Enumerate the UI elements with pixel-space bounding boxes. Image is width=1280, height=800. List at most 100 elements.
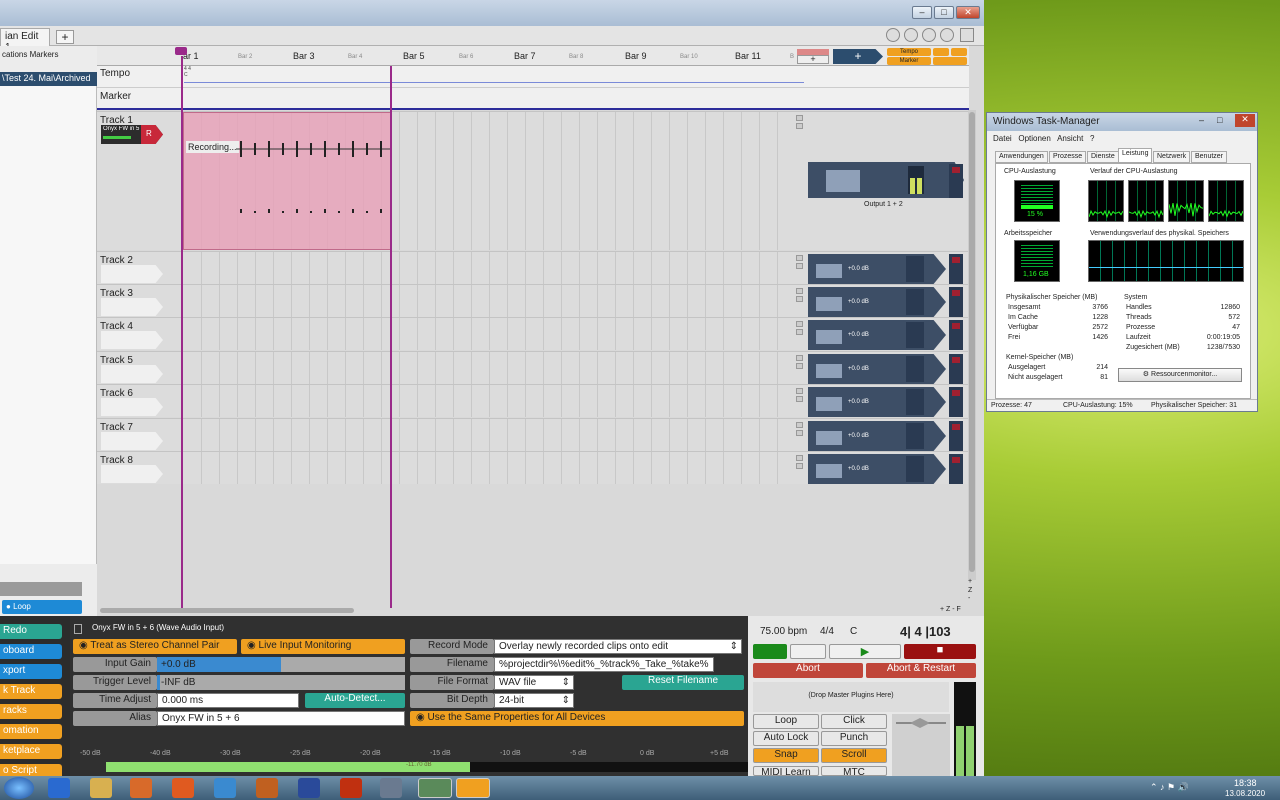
track-4[interactable]: Track 4 +0.0 dB bbox=[97, 317, 969, 350]
record-mode-select[interactable]: Overlay newly recorded clips onto edit ⇕ bbox=[494, 639, 742, 654]
scroll-button[interactable]: Scroll bbox=[821, 748, 887, 763]
mute-icon[interactable] bbox=[952, 457, 960, 463]
bpm-display[interactable]: 75.00 bpm bbox=[760, 626, 807, 637]
gauge-icon[interactable] bbox=[922, 28, 936, 42]
track-mute-block[interactable] bbox=[949, 287, 963, 317]
tab-benutzer[interactable]: Benutzer bbox=[1191, 151, 1228, 163]
track-lane[interactable] bbox=[184, 352, 794, 384]
track-mute-block[interactable] bbox=[949, 254, 963, 284]
record-toggle-icon[interactable] bbox=[790, 644, 826, 659]
metronome-icon[interactable] bbox=[753, 644, 787, 659]
vertical-scrollbar[interactable] bbox=[968, 110, 976, 580]
abort-restart-button[interactable]: Abort & Restart bbox=[866, 663, 976, 678]
track-lane[interactable] bbox=[184, 318, 794, 350]
volume-fader-icon[interactable] bbox=[816, 431, 842, 445]
record-arm-button[interactable]: R bbox=[141, 125, 163, 144]
left-action-button[interactable]: omation bbox=[0, 724, 62, 739]
track-down-icon[interactable] bbox=[796, 463, 803, 469]
left-action-button[interactable]: xport bbox=[0, 664, 62, 679]
track-name[interactable]: Track 8 bbox=[100, 455, 133, 466]
start-button[interactable] bbox=[4, 777, 34, 799]
alias-field[interactable]: Onyx FW in 5 + 6 bbox=[157, 711, 405, 726]
zoom-z[interactable]: Z bbox=[968, 587, 972, 594]
clock-date[interactable]: 13.08.2020 bbox=[1225, 789, 1265, 798]
track-up-icon[interactable] bbox=[796, 321, 803, 327]
timesig-display[interactable]: 4/4 bbox=[820, 626, 834, 637]
left-panel-tabs[interactable]: cations Markers bbox=[2, 50, 58, 59]
zoom-plus[interactable]: + bbox=[968, 578, 976, 586]
auto-lock-button[interactable]: Auto Lock bbox=[753, 731, 819, 746]
tempo-toggle-2[interactable] bbox=[951, 48, 967, 56]
add-tab-button[interactable]: + bbox=[56, 30, 74, 44]
mute-icon[interactable] bbox=[952, 424, 960, 430]
add-track-button[interactable]: + bbox=[833, 49, 883, 64]
track-mute-block[interactable] bbox=[949, 354, 963, 384]
abort-button[interactable]: Abort bbox=[753, 663, 863, 678]
playhead-marker-icon[interactable] bbox=[175, 47, 187, 55]
key-display[interactable]: C bbox=[850, 626, 857, 637]
tm-minimize-button[interactable]: – bbox=[1199, 115, 1204, 125]
track-down-icon[interactable] bbox=[796, 263, 803, 269]
master-volume-area[interactable] bbox=[892, 714, 950, 776]
mtc-button[interactable]: MTC bbox=[821, 766, 887, 776]
left-action-button[interactable]: racks bbox=[0, 704, 62, 719]
mute-icon[interactable] bbox=[952, 357, 960, 363]
project-path[interactable]: \Test 24. Mai\Archived bbox=[0, 72, 97, 86]
tab-leistung[interactable]: Leistung bbox=[1118, 148, 1153, 163]
track-mute-block[interactable] bbox=[949, 320, 963, 350]
explorer-icon[interactable] bbox=[90, 778, 112, 798]
zoom-controls[interactable]: + Z - F bbox=[940, 606, 961, 613]
tab-anwendungen[interactable]: Anwendungen bbox=[995, 151, 1048, 163]
midi-learn-button[interactable]: MIDI Learn bbox=[753, 766, 819, 776]
track-lane[interactable] bbox=[184, 252, 794, 284]
same-properties-toggle[interactable]: ◉ Use the Same Properties for All Device… bbox=[410, 711, 744, 726]
add-track-small-button[interactable]: + bbox=[797, 55, 829, 64]
app-icon[interactable] bbox=[214, 778, 236, 798]
input-gain-slider[interactable]: +0.0 dB bbox=[157, 657, 405, 672]
track-lane[interactable] bbox=[184, 385, 794, 417]
tempo-toggle[interactable] bbox=[933, 48, 949, 56]
track-mute-block[interactable] bbox=[949, 454, 963, 484]
left-action-button[interactable]: Redo bbox=[0, 624, 62, 639]
live-monitoring-toggle[interactable]: ◉ Live Input Monitoring bbox=[241, 639, 405, 654]
task-manager-taskbar-icon[interactable] bbox=[418, 778, 452, 798]
track-down-icon[interactable] bbox=[796, 123, 803, 129]
left-action-button[interactable]: oboard bbox=[0, 644, 62, 659]
channel-strip[interactable]: +0.0 dB bbox=[808, 287, 946, 317]
track-down-icon[interactable] bbox=[796, 430, 803, 436]
track-up-icon[interactable] bbox=[796, 422, 803, 428]
internet-explorer-icon[interactable] bbox=[48, 778, 70, 798]
lock-icon[interactable] bbox=[74, 624, 82, 634]
input-plugin-slot[interactable] bbox=[101, 398, 163, 416]
track-down-icon[interactable] bbox=[796, 329, 803, 335]
track-down-icon[interactable] bbox=[796, 296, 803, 302]
master-fader-knob[interactable] bbox=[910, 718, 930, 728]
reset-filename-button[interactable]: Reset Filename bbox=[622, 675, 744, 690]
tm-menu-help[interactable]: ? bbox=[1090, 134, 1094, 143]
loop-badge[interactable]: ● Loop bbox=[2, 600, 82, 614]
dial-icon[interactable] bbox=[904, 28, 918, 42]
recording-clip[interactable]: Recording... bbox=[183, 112, 392, 250]
track-down-icon[interactable] bbox=[796, 363, 803, 369]
track-5[interactable]: Track 5 +0.0 dB bbox=[97, 351, 969, 384]
volume-fader-icon[interactable] bbox=[816, 364, 842, 378]
input-device-plugin[interactable]: Onyx FW in 5 + R bbox=[101, 125, 163, 144]
tool-icon[interactable] bbox=[380, 778, 402, 798]
input-plugin-slot[interactable] bbox=[101, 465, 163, 483]
headphones-icon[interactable] bbox=[256, 778, 278, 798]
close-button[interactable]: ✕ bbox=[956, 6, 980, 19]
snap-button[interactable]: Snap bbox=[753, 748, 819, 763]
tab-edit[interactable]: ian Edit 1 bbox=[0, 28, 50, 53]
auto-detect-button[interactable]: Auto-Detect... bbox=[305, 693, 405, 708]
resource-monitor-button[interactable]: ⚙ Ressourcenmonitor... bbox=[1118, 368, 1242, 382]
mute-icon[interactable] bbox=[952, 323, 960, 329]
marker-button[interactable]: Marker bbox=[887, 57, 931, 65]
project-browser[interactable] bbox=[0, 86, 97, 564]
tm-menu-optionen[interactable]: Optionen bbox=[1018, 134, 1050, 143]
track-name[interactable]: Track 1 bbox=[100, 115, 133, 126]
clock-icon[interactable] bbox=[940, 28, 954, 42]
volume-fader-icon[interactable] bbox=[816, 397, 842, 411]
track-mute-block[interactable] bbox=[949, 421, 963, 451]
track-6[interactable]: Track 6 +0.0 dB bbox=[97, 384, 969, 417]
track-7[interactable]: Track 7 +0.0 dB bbox=[97, 418, 969, 451]
